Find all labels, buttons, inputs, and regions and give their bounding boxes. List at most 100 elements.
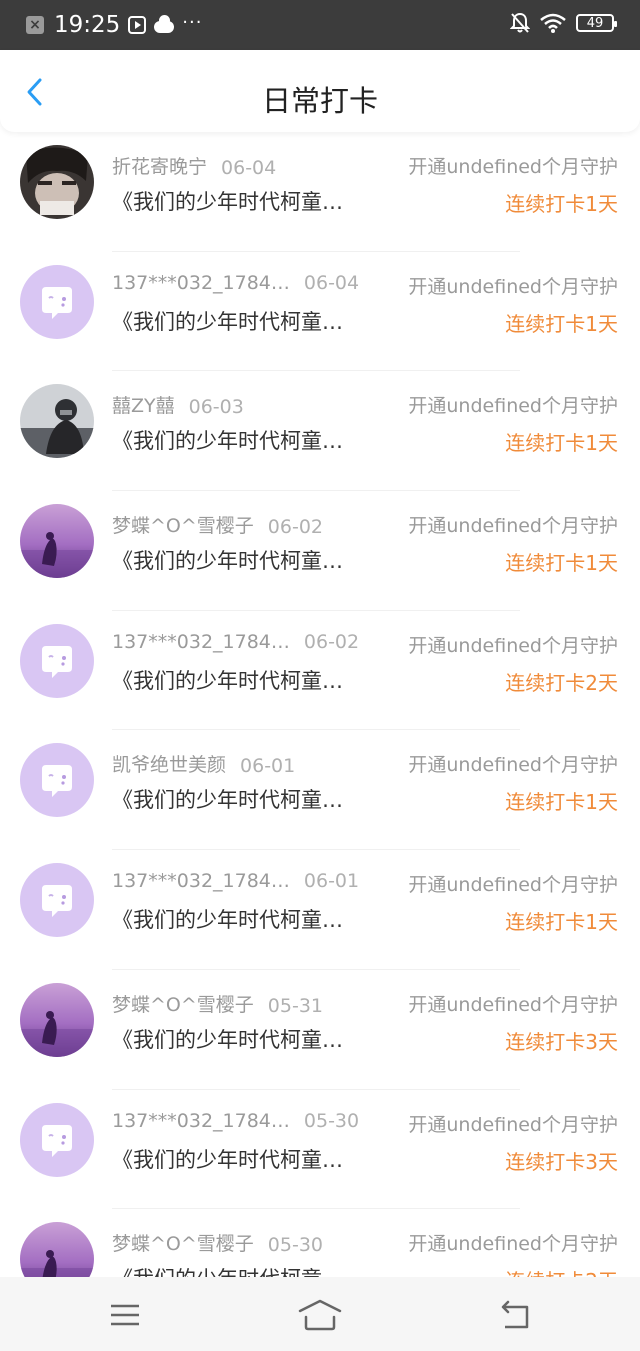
user-meta: 囍ZY囍 06-03 bbox=[112, 391, 244, 418]
default-avatar-icon bbox=[20, 863, 94, 938]
x-notification-icon: × bbox=[26, 16, 44, 34]
avatar[interactable] bbox=[20, 1102, 94, 1177]
streak-badge: 连续打卡1天 bbox=[505, 192, 618, 216]
book-title: 《我们的少年时代柯童… bbox=[112, 788, 343, 813]
user-name: 凯爷绝世美颜 bbox=[112, 754, 227, 777]
avatar[interactable] bbox=[20, 384, 94, 459]
list-item[interactable]: 凯爷绝世美颜 06-01 开通undefined个月守护 《我们的少年时代柯童… 连续打… bbox=[0, 730, 640, 851]
status-bar: × 19:25 ··· 49 bbox=[0, 0, 640, 50]
checkin-list[interactable]: 折花寄晚宁 06-04 开通undefined个月守护 《我们的少年时代柯童… 连续打卡… bbox=[0, 132, 640, 1277]
checkin-date: 05-30 bbox=[303, 1109, 360, 1132]
list-item[interactable]: 137***032_1784… 05-30 开通undefined个月守护《我们的少… bbox=[0, 1090, 640, 1210]
page-title: 日常打卡 bbox=[261, 84, 378, 118]
more-dots-icon: ··· bbox=[182, 11, 203, 33]
user-meta: 折花寄晚宁 06-04 bbox=[112, 152, 276, 179]
book-title: 《我们的少年时代柯童… bbox=[112, 549, 343, 574]
checkin-date: 06-02 bbox=[303, 630, 360, 653]
streak-badge: 连续打卡2天 bbox=[505, 1265, 618, 1277]
user-meta: 137***032_1784… 05-30 bbox=[112, 1110, 359, 1132]
streak-badge: 连续打卡1天 bbox=[505, 910, 618, 935]
guard-status: 开通undefined个月守护 bbox=[408, 874, 618, 897]
streak-badge: 连续打卡3天 bbox=[505, 1149, 618, 1174]
user-meta: 梦蝶^O^雪樱子 05-31 bbox=[112, 990, 323, 1017]
default-avatar-icon bbox=[20, 1102, 94, 1177]
wifi-icon bbox=[540, 13, 566, 33]
user-avatar-photo bbox=[20, 145, 94, 219]
checkin-date: 06-01 bbox=[303, 870, 360, 893]
user-avatar-photo bbox=[20, 1222, 94, 1277]
cloud-icon bbox=[154, 15, 175, 33]
avatar[interactable] bbox=[20, 264, 94, 339]
checkin-date: 06-01 bbox=[240, 755, 296, 778]
system-nav-bar bbox=[0, 1277, 640, 1351]
user-meta: 137***032_1784… 06-04 bbox=[112, 272, 359, 294]
user-name: 137***032_1784… bbox=[112, 870, 290, 893]
list-item[interactable]: 梦蝶^O^雪樱子 05-30 开通undefined个月守护《我们的少年时代柯童… 连… bbox=[0, 1209, 640, 1277]
user-name: 梦蝶^O^雪樱子 bbox=[112, 515, 254, 538]
list-item[interactable]: 137***032_1784… 06-01 开通undefined个月守护《我们的少… bbox=[0, 850, 640, 970]
user-avatar-photo bbox=[20, 982, 94, 1057]
mute-bell-icon bbox=[510, 12, 530, 33]
avatar[interactable] bbox=[20, 982, 94, 1057]
status-time: 19:25 bbox=[54, 12, 121, 38]
avatar[interactable] bbox=[20, 504, 94, 579]
guard-status: 开通undefined个月守护 bbox=[408, 754, 618, 777]
user-meta: 137***032_1784… 06-01 bbox=[112, 870, 359, 892]
streak-badge: 连续打卡1天 bbox=[505, 431, 618, 456]
guard-status: 开通undefined个月守护 bbox=[408, 993, 618, 1016]
streak-badge: 连续打卡1天 bbox=[505, 311, 618, 336]
user-meta: 梦蝶^O^雪樱子 06-02 bbox=[112, 511, 323, 538]
default-avatar-icon bbox=[20, 623, 94, 698]
list-item[interactable]: 梦蝶^O^雪樱子 06-02 开通undefined个月守护《我们的少年时代柯童… 连… bbox=[0, 491, 640, 611]
list-item[interactable]: 囍ZY囍 06-03 开通undefined个月守护 《我们的少年时代柯童… 连续打卡1… bbox=[0, 371, 640, 492]
book-title: 《我们的少年时代柯童… bbox=[112, 1027, 343, 1052]
user-meta: 137***032_1784… 06-02 bbox=[112, 631, 359, 653]
battery-level: 49 bbox=[586, 15, 604, 31]
user-name: 137***032_1784… bbox=[112, 630, 290, 653]
user-name: 137***032_1784… bbox=[112, 271, 290, 294]
list-item[interactable]: 137***032_1784… 06-02 开通undefined个月守护《我们的少… bbox=[0, 611, 640, 731]
default-avatar-icon bbox=[20, 743, 94, 818]
user-name: 折花寄晚宁 bbox=[112, 156, 208, 178]
user-meta: 梦蝶^O^雪樱子 05-30 bbox=[112, 1229, 323, 1256]
user-avatar-photo bbox=[20, 384, 94, 459]
user-name: 137***032_1784… bbox=[112, 1109, 290, 1132]
guard-status: 开通undefined个月守护 bbox=[408, 515, 618, 538]
checkin-date: 05-31 bbox=[267, 994, 324, 1017]
home-icon[interactable] bbox=[298, 1295, 342, 1335]
avatar[interactable] bbox=[20, 623, 94, 698]
checkin-date: 06-02 bbox=[267, 516, 324, 539]
checkin-date: 05-30 bbox=[267, 1234, 324, 1257]
streak-badge: 连续打卡1天 bbox=[505, 551, 618, 576]
checkin-date: 06-04 bbox=[221, 157, 277, 179]
back-icon[interactable] bbox=[495, 1295, 535, 1335]
book-title: 《我们的少年时代柯童… bbox=[112, 1263, 374, 1277]
menu-icon[interactable] bbox=[105, 1295, 145, 1335]
user-meta: 凯爷绝世美颜 06-01 bbox=[112, 750, 295, 777]
book-title: 《我们的少年时代柯童… bbox=[112, 309, 343, 334]
list-item[interactable]: 137***032_1784… 06-04 开通undefined个月守护《我们的少… bbox=[0, 252, 640, 372]
avatar[interactable] bbox=[20, 863, 94, 938]
video-icon bbox=[128, 16, 147, 34]
user-name: 囍ZY囍 bbox=[112, 395, 175, 418]
book-title: 《我们的少年时代柯童… bbox=[112, 190, 343, 214]
book-title: 《我们的少年时代柯童… bbox=[112, 908, 343, 933]
book-title: 《我们的少年时代柯童… bbox=[112, 668, 343, 693]
default-avatar-icon bbox=[20, 264, 94, 339]
streak-badge: 连续打卡2天 bbox=[505, 670, 618, 695]
guard-status: 开通undefined个月守护 bbox=[408, 634, 618, 657]
user-name: 梦蝶^O^雪樱子 bbox=[112, 993, 254, 1016]
avatar[interactable] bbox=[20, 145, 94, 219]
user-avatar-photo bbox=[20, 504, 94, 579]
list-item[interactable]: 梦蝶^O^雪樱子 05-31 开通undefined个月守护 《我们的少年时代柯童… 连… bbox=[0, 970, 640, 1090]
book-title: 《我们的少年时代柯童… bbox=[112, 1147, 343, 1172]
guard-status: 开通undefined个月守护 bbox=[408, 156, 618, 178]
header: 日常打卡 bbox=[0, 50, 640, 132]
guard-status: 开通undefined个月守护 bbox=[408, 275, 618, 298]
guard-status: 开通undefined个月守护 bbox=[408, 1113, 618, 1136]
checkin-date: 06-03 bbox=[188, 396, 244, 419]
avatar[interactable] bbox=[20, 1222, 94, 1277]
list-item[interactable]: 折花寄晚宁 06-04 开通undefined个月守护《我们的少年时代柯童… 连续打卡… bbox=[0, 132, 640, 252]
avatar[interactable] bbox=[20, 743, 94, 818]
guard-status: 开通undefined个月守护 bbox=[408, 1233, 618, 1256]
